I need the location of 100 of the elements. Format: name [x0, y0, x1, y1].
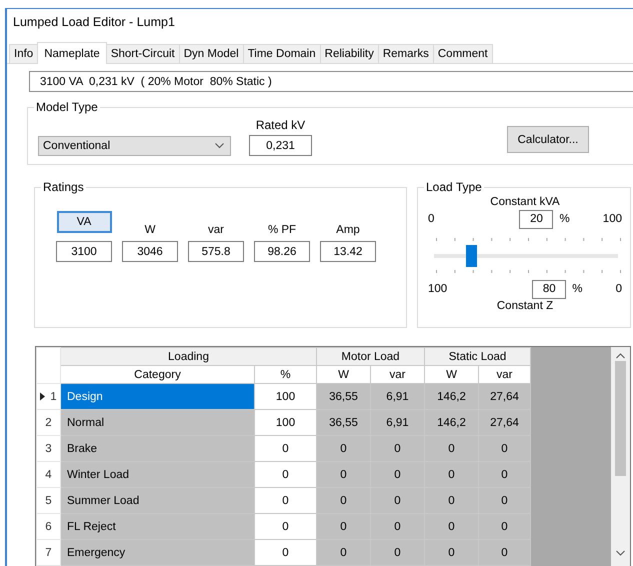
field-label: Rated kV [256, 118, 306, 132]
rated-kv-field[interactable]: 0,231 [249, 135, 312, 156]
row-header[interactable]: 6 [36, 514, 60, 540]
table-cell[interactable]: 0 [254, 462, 316, 488]
rating-field[interactable]: 3046 [122, 241, 178, 262]
table-cell: 0 [316, 540, 370, 566]
table-cell: 0 [370, 514, 424, 540]
tab[interactable]: Reliability [320, 44, 379, 63]
category-cell[interactable]: Winter Load [60, 462, 254, 488]
table-cell: 0 [424, 462, 478, 488]
tab[interactable]: Remarks [378, 44, 434, 63]
category-cell[interactable]: Brake [60, 436, 254, 462]
tab[interactable]: Dyn Model [178, 44, 244, 63]
column-header[interactable]: var [478, 366, 531, 384]
table-cell[interactable]: 100 [254, 384, 316, 410]
table-cell: 146,2 [424, 384, 478, 410]
column-label: W [144, 223, 156, 238]
column-header[interactable]: W [424, 366, 478, 384]
table-cell[interactable]: 0 [254, 540, 316, 566]
row-header[interactable]: 2 [36, 410, 60, 436]
row-header[interactable]: 1 [36, 384, 60, 410]
table-cell[interactable]: 0 [254, 514, 316, 540]
table-cell: 0 [370, 488, 424, 514]
scrollbar[interactable] [611, 347, 630, 566]
column-header[interactable]: W [316, 366, 370, 384]
column-group-header: Loading [60, 348, 316, 366]
table-cell: 0 [316, 462, 370, 488]
row-header[interactable]: 5 [36, 488, 60, 514]
table-cell: 27,64 [478, 410, 531, 436]
category-cell[interactable]: FL Reject [60, 514, 254, 540]
rating-field[interactable]: 575.8 [188, 241, 244, 262]
table-cell: 0 [424, 436, 478, 462]
summary-field[interactable]: 3100 VA 0,231 kV ( 20% Motor 80% Static ) [29, 71, 633, 92]
percent-field[interactable]: 80 [532, 280, 566, 298]
table-cell: 0 [316, 436, 370, 462]
table-cell: 27,64 [478, 384, 531, 410]
row-number: 1 [50, 390, 57, 402]
unit-label: % [572, 283, 582, 295]
tab[interactable]: Time Domain [242, 44, 321, 63]
table-cell: 0 [370, 462, 424, 488]
rating-field[interactable]: 3100 [56, 241, 112, 262]
category-cell[interactable]: Emergency [60, 540, 254, 566]
column-group-header: Static Load [424, 348, 531, 366]
chevron-up-icon[interactable] [616, 353, 625, 359]
model-type-dropdown[interactable]: Conventional [38, 136, 231, 156]
window-title: Lumped Load Editor - Lump1 [12, 14, 176, 31]
row-number: 7 [45, 546, 52, 558]
chevron-down-icon[interactable] [616, 550, 625, 556]
row-number: 2 [45, 416, 52, 428]
table-cell: 36,55 [316, 384, 370, 410]
category-cell[interactable]: Design [60, 384, 254, 410]
table-cell[interactable]: 0 [254, 436, 316, 462]
percent-field[interactable]: 20 [519, 210, 554, 228]
scale-label: 100 [602, 213, 622, 225]
table-cell: 146,2 [424, 410, 478, 436]
table-cell: 0 [424, 540, 478, 566]
category-cell[interactable]: Normal [60, 410, 254, 436]
group-label: Model Type [34, 100, 100, 114]
table-cell: 0 [478, 462, 531, 488]
column-label: % PF [268, 223, 296, 238]
row-number: 6 [45, 520, 52, 532]
tab[interactable]: Comment [432, 44, 493, 63]
row-number: 4 [45, 468, 52, 480]
unit-button[interactable]: VA [56, 211, 112, 233]
load-type-label: Constant Z [496, 300, 554, 312]
row-header[interactable]: 7 [36, 540, 60, 566]
scale-label: 0 [428, 213, 434, 225]
table-cell: 0 [424, 514, 478, 540]
table-cell: 6,91 [370, 410, 424, 436]
table-cell: 0 [478, 488, 531, 514]
tab[interactable]: Short-Circuit [106, 44, 180, 63]
row-number: 5 [45, 494, 52, 506]
column-header[interactable]: Category [60, 366, 254, 384]
rating-field[interactable]: 13.42 [320, 241, 376, 262]
table-cell[interactable]: 0 [254, 488, 316, 514]
table-cell: 0 [370, 540, 424, 566]
group-label: Load Type [424, 180, 484, 194]
load-type-label: Constant kVA [489, 196, 561, 208]
tab[interactable]: Info [9, 44, 38, 63]
group-label: Ratings [41, 180, 86, 194]
table-cell: 0 [316, 488, 370, 514]
row-header[interactable]: 4 [36, 462, 60, 488]
column-label: Amp [336, 223, 360, 238]
category-cell[interactable]: Summer Load [60, 488, 254, 514]
row-header[interactable]: 3 [36, 436, 60, 462]
rating-field[interactable]: 98.26 [254, 241, 310, 262]
table-cell: 0 [370, 436, 424, 462]
table-cell: 0 [316, 514, 370, 540]
calculator-button[interactable]: Calculator... [507, 126, 589, 153]
table-cell: 36,55 [316, 410, 370, 436]
table-cell: 0 [478, 436, 531, 462]
tab[interactable]: Nameplate [37, 42, 107, 64]
table-cell[interactable]: 100 [254, 410, 316, 436]
table-cell: 0 [478, 540, 531, 566]
scrollbar-thumb[interactable] [615, 361, 626, 476]
slider-thumb[interactable] [466, 245, 477, 267]
column-header[interactable]: var [370, 366, 424, 384]
column-header[interactable]: % [254, 366, 316, 384]
scale-label: 100 [428, 283, 448, 295]
column-group-header: Motor Load [316, 348, 424, 366]
